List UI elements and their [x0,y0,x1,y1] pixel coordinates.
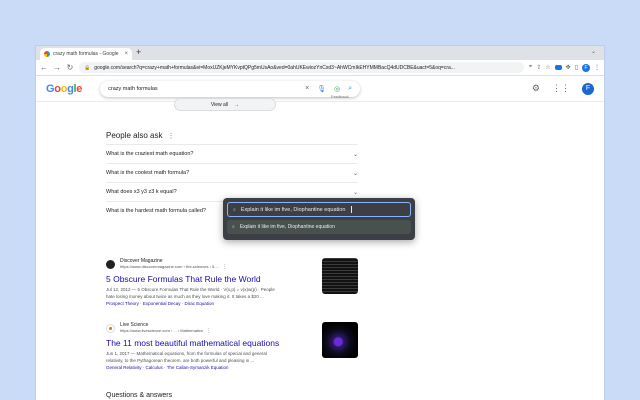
site-url: https://www.discovermagazine.com › the-s… [120,264,227,270]
search-query: crazy math formulas [108,85,158,92]
chevron-down-icon: ⌄ [352,189,358,196]
assistant-input-value: Explain it like im five, Diophantine equ… [240,206,346,213]
result-source[interactable]: Discover Magazine https://www.discoverma… [106,258,358,270]
lens-icon[interactable]: ◎ [334,85,340,93]
browser-tab[interactable]: crazy math formulas - Google × [40,48,132,60]
tab-strip: crazy math formulas - Google × + ⌄ [36,46,604,60]
extensions-puzzle-icon[interactable]: ✥ [566,64,571,71]
assistant-suggestion-text: Explain it like im five, Diophantine equ… [239,224,335,230]
site-favicon-icon [106,259,115,269]
browser-profile-avatar[interactable]: F [582,63,590,72]
snippet-line: Mathematical equations, from the formula… [136,351,267,356]
tab-search-icon[interactable]: ⌄ [591,48,596,55]
sidepanel-icon[interactable]: ▯ [575,64,578,71]
chevron-down-icon: ⌄ [352,170,358,177]
snippet-line: relativity, to the Pythagorean theorem, … [106,358,255,363]
address-bar-row: ← → ↻ 🔒 google.com/search?q=crazy+math+f… [36,60,604,76]
more-options-icon[interactable]: ⋮ [206,328,211,334]
snippet-line: hate losing money about twice as much as… [106,294,264,299]
more-options-icon[interactable]: ⋮ [167,133,174,140]
url-bar[interactable]: 🔒 google.com/search?q=crazy+math+formula… [79,62,524,73]
snippet-date: Jul 12, 2012 — [106,287,137,292]
questions-answers-heading: Questions & answers [106,392,173,399]
chevron-down-icon: ⌄ [352,151,358,158]
paa-question[interactable]: What is the craziest math equation? ⌄ [106,144,358,163]
avatar[interactable]: F [582,82,594,95]
arrow-right-icon: → [234,101,240,108]
paa-question-text: What is the coolest math formula? [106,170,190,176]
tab-title: crazy math formulas - Google [53,51,119,57]
site-url: https://www.livescience.com › ... › Math… [120,328,211,334]
result-thumbnail[interactable] [322,258,358,294]
tab-close-icon[interactable]: × [124,51,128,57]
search-icon: ⌕ [233,206,236,213]
search-result: Live Science https://www.livescience.com… [106,322,358,370]
bookmark-star-icon[interactable]: ☆ [545,64,550,71]
view-all-button[interactable]: View all → [174,98,276,111]
logo-letter: e [76,82,83,95]
back-icon[interactable]: ← [40,63,48,72]
apps-grid-icon[interactable]: ⋮⋮ [552,83,570,94]
view-all-label: View all [210,101,229,108]
people-also-ask-title: People also ask ⋮ [106,131,174,140]
google-logo[interactable]: Google [46,83,82,95]
google-favicon-icon [44,51,50,57]
result-title-link[interactable]: 5 Obscure Formulas That Rule the World [106,274,358,284]
more-options-icon[interactable]: ⋮ [222,264,227,270]
reload-icon[interactable]: ↻ [66,63,74,72]
result-snippet: Jun 1, 2017 — Mathematical equations, fr… [106,350,298,364]
search-icon[interactable]: ⌕ [348,85,352,93]
site-favicon-icon [106,323,115,333]
search-icon: ⌕ [232,224,235,230]
location-icon[interactable]: ⌖ [529,64,532,71]
forward-icon[interactable]: → [53,63,61,72]
clear-icon[interactable]: × [305,85,309,92]
extension-badge-icon[interactable] [554,65,562,70]
site-url-text: https://www.discovermagazine.com › the-s… [120,264,219,269]
paa-question[interactable]: What is the coolest math formula? ⌄ [106,163,358,182]
assistant-suggestion[interactable]: ⌕ Explain it like im five, Diophantine e… [227,220,411,234]
new-tab-button[interactable]: + [136,47,141,57]
result-source[interactable]: Live Science https://www.livescience.com… [106,322,358,334]
text-cursor [351,206,353,213]
assistant-input[interactable]: ⌕ Explain it like im five, Diophantine e… [227,202,411,217]
toolbar-icons: ⌖ ⇪ ☆ ✥ ▯ F ⋮ [529,63,600,72]
paa-title-text: People also ask [106,131,163,140]
paa-question-text: What is the craziest math equation? [106,151,194,157]
result-snippet: Jul 12, 2012 — 5 Obscure Formulas That R… [106,286,298,300]
share-icon[interactable]: ⇪ [536,64,541,71]
settings-gear-icon[interactable]: ⚙ [532,83,540,94]
url-text: google.com/search?q=crazy+math+formulas&… [94,64,455,71]
browser-menu-icon[interactable]: ⋮ [594,64,600,71]
result-sitelinks[interactable]: General Relativity · Calculus · The Call… [106,365,358,370]
google-header: Google crazy math formulas × 🎙 ◎ ⌕ ⚙ ⋮⋮ … [36,76,604,102]
snippet-line: 5 Obscure Formulas That Rule the World ·… [137,287,275,292]
result-thumbnail[interactable] [322,322,358,358]
snippet-date: Jun 1, 2017 — [106,351,136,356]
lock-icon: 🔒 [84,64,91,71]
result-sitelinks[interactable]: Prospect Theory · Exponential Decay · Di… [106,301,358,306]
mic-icon[interactable]: 🎙 [317,85,326,93]
assistant-popup: ⌕ Explain it like im five, Diophantine e… [223,198,415,240]
result-title-link[interactable]: The 11 most beautiful mathematical equat… [106,338,358,348]
feedback-link[interactable]: Feedback [331,94,349,99]
paa-question-text: What does x3 y3 z3 k equal? [106,189,177,195]
paa-question-text: What is the hardest math formula called? [106,208,206,214]
search-input[interactable]: crazy math formulas × 🎙 ◎ ⌕ [100,81,360,97]
site-url-text: https://www.livescience.com › ... › Math… [120,328,203,333]
search-result: Discover Magazine https://www.discoverma… [106,258,358,306]
